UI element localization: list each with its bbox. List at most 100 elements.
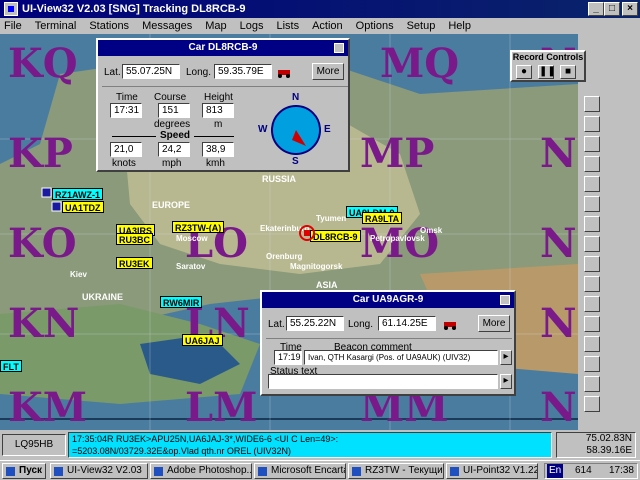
station-label[interactable]: RA9LTA [362,212,403,224]
maximize-button[interactable]: □ [604,2,620,16]
speed-label: Speed [160,130,191,141]
lat-value: 55.25.22N [286,316,344,331]
center-icon[interactable] [584,156,600,172]
city-label: Omsk [420,226,443,235]
help-icon[interactable] [584,396,600,412]
lat-label: Lat. [104,67,121,78]
city-label: Tyumen [316,214,347,223]
speed-mph: 24,2 [158,142,190,157]
taskbar: Пуск UI-View32 V2.03 Adobe Photoshop... … [0,460,640,480]
messages-icon[interactable] [584,276,600,292]
cursor-long: 58.39.16E [586,445,632,456]
beacon-comment-field: Ivan, QTH Kasargi (Pos. of UA9AUK) (UIV3… [304,350,498,365]
taskbar-item[interactable]: Adobe Photoshop... [150,463,252,479]
speed-knots: 21,0 [110,142,142,157]
station-label[interactable]: RW6MIR [160,296,203,308]
speed-kmh: 38,9 [202,142,234,157]
station-label[interactable]: FLT [0,360,22,372]
region-label: EUROPE [152,200,191,210]
city-label: Orenburg [266,252,303,261]
map-list-icon[interactable] [584,236,600,252]
menu-setup[interactable]: Setup [407,20,436,32]
station-label[interactable]: RU3BC [116,233,154,245]
log-icon[interactable] [584,356,600,372]
menu-messages[interactable]: Messages [142,20,192,32]
car-icon [278,70,290,78]
height-unit: m [214,119,223,130]
station-label[interactable]: DL8RCB-9 [310,230,361,242]
zoom-in-icon[interactable] [584,116,600,132]
scroll-button[interactable]: ▸ [500,374,512,389]
tool-icon[interactable] [584,376,600,392]
terminal-icon[interactable] [584,336,600,352]
app-icon [4,2,18,16]
grid-label: KQ [8,40,78,87]
menu-stations[interactable]: Stations [89,20,129,32]
panel-close-icon[interactable] [500,295,510,305]
window-title: UI-View32 V2.03 [SNG] Tracking DL8RCB-9 [22,3,246,15]
tracking-icon[interactable] [584,256,600,272]
city-label: Moscow [176,234,208,243]
start-button[interactable]: Пуск [2,463,46,479]
station-label[interactable]: UA6JAJ [182,334,223,346]
station-icons [41,187,62,212]
compass-w: W [258,124,268,135]
stations-list-icon[interactable] [584,216,600,232]
scroll-button[interactable]: ▸ [500,350,512,365]
long-label: Long. [348,319,374,330]
region-label: UKRAINE [82,292,124,302]
taskbar-item[interactable]: RZ3TW - Текущи... [348,463,444,479]
save-icon[interactable] [584,196,600,212]
station-label[interactable]: RZ3TW-(A) [172,221,225,233]
city-label: Petropavlovsk [370,234,425,243]
menu-map[interactable]: Map [205,20,226,32]
more-button[interactable]: More [478,315,510,332]
taskbar-item[interactable]: UI-View32 V2.03 [50,463,148,479]
height-value: 813 [202,103,234,118]
menu-terminal[interactable]: Terminal [35,20,77,32]
kmh-unit: kmh [206,158,225,169]
grid-label: KO [8,220,77,267]
panel-close-icon[interactable] [334,43,344,53]
pause-button[interactable]: ❚❚ [538,65,556,79]
station-label[interactable]: RU3EK [116,257,153,269]
car-panel-dl8rcb: Car DL8RCB-9 Lat. 55.07.25N Long. 59.35.… [96,38,350,172]
monitor-text: 17:35:04R RU3EK>APU25N,UA6JAJ-3*,WIDE6-6… [68,432,552,458]
language-indicator[interactable]: En [547,464,564,478]
print-icon[interactable] [584,176,600,192]
beacon-icon[interactable] [584,316,600,332]
weather-icon[interactable] [584,296,600,312]
car-panel-title: Car DL8RCB-9 [98,40,348,56]
region-label: RUSSIA [262,174,297,184]
menu-action[interactable]: Action [312,20,343,32]
city-label: Kiev [70,270,87,279]
menu-help[interactable]: Help [448,20,471,32]
locator-field: LQ95HB [2,434,66,456]
more-button[interactable]: More [312,63,344,80]
divider [266,338,512,339]
menu-lists[interactable]: Lists [276,20,299,32]
record-button[interactable]: ● [516,65,532,79]
long-label: Long. [186,67,212,78]
stop-button[interactable]: ■ [560,65,576,79]
zoom-out-icon[interactable] [584,136,600,152]
tracked-car-marker-icon[interactable] [298,224,316,242]
compass-s: S [292,156,299,167]
time-label: Time [116,92,138,103]
menu-logs[interactable]: Logs [240,20,264,32]
menu-options[interactable]: Options [356,20,394,32]
grid-label: MQ [380,40,460,87]
status-text-field [268,374,498,389]
close-button[interactable]: × [622,2,638,16]
height-label: Height [204,92,233,103]
cursor-lat: 75.02.83N [585,433,632,444]
compass-icon [271,105,321,155]
grid-label: KP [8,130,73,177]
taskbar-item[interactable]: UI-Point32 V1.22 [446,463,538,479]
arrow-right-icon[interactable] [584,96,600,112]
knots-unit: knots [112,158,136,169]
menu-file[interactable]: File [4,20,22,32]
taskbar-item[interactable]: Microsoft Encarta ... [254,463,346,479]
compass-n: N [292,92,300,103]
minimize-button[interactable]: _ [588,2,604,16]
